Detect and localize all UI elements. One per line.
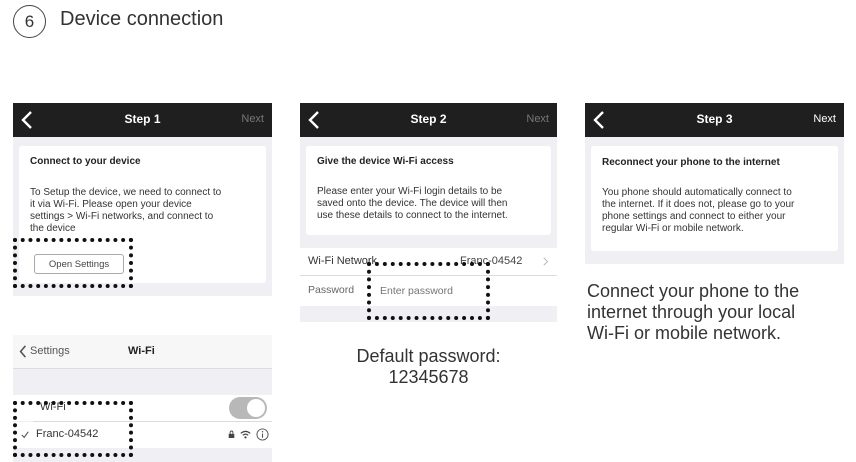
back-chevron-icon[interactable]: [19, 345, 27, 358]
toggle-knob: [247, 399, 265, 417]
step2-caption: Default password: 12345678: [300, 346, 557, 388]
step3-caption: Connect your phone to the internet throu…: [587, 281, 847, 344]
step2-card-title: Give the device Wi-Fi access: [317, 156, 454, 167]
chevron-right-icon: [543, 257, 549, 266]
step2-caption-line: Default password:: [356, 346, 501, 366]
lock-icon: [228, 430, 235, 438]
section-title: Device connection: [60, 8, 224, 30]
highlight-dotted-frame: [367, 262, 490, 320]
step1-body-line: it via Wi-Fi. Please open your device: [30, 199, 192, 210]
step1-body-line: To Setup the device, we need to connect …: [30, 187, 222, 198]
step1-body-line: the device: [30, 223, 76, 234]
step3-title: Step 3: [696, 112, 733, 126]
step1-next-button[interactable]: Next: [241, 113, 264, 125]
step3-body-line: regular Wi-Fi or mobile network.: [602, 223, 744, 234]
step1-navbar: Step 1 Next: [13, 103, 272, 137]
password-label: Password: [308, 284, 355, 296]
highlight-dotted-frame: [13, 238, 133, 288]
step3-body-line: phone settings and connect to either you…: [602, 211, 786, 222]
step2-title: Step 2: [410, 112, 447, 126]
step2-body-line: use these details to connect to the inte…: [317, 210, 508, 221]
step3-body-line: You phone should automatically connect t…: [602, 187, 792, 198]
step3-card-body: You phone should automatically connect t…: [602, 187, 838, 235]
step-number: 6: [24, 11, 35, 31]
step2-next-button[interactable]: Next: [526, 113, 549, 125]
step3-caption-line: Wi-Fi or mobile network.: [587, 323, 782, 343]
step1-card-body: To Setup the device, we need to connect …: [30, 187, 266, 235]
step3-screen: Step 3 Next Reconnect your phone to the …: [585, 103, 844, 264]
wifi-signal-icon: [240, 430, 251, 439]
wifi-navbar: Settings Wi-Fi: [13, 335, 272, 369]
step3-card: Reconnect your phone to the internet You…: [591, 146, 838, 251]
wifi-toggle[interactable]: [229, 397, 267, 419]
wifi-screen-title: Wi-Fi: [128, 345, 155, 357]
step3-navbar: Step 3 Next: [585, 103, 844, 137]
step3-caption-line: Connect your phone to the: [587, 281, 800, 301]
step2-caption-line: 12345678: [388, 367, 469, 387]
highlight-dotted-frame: [13, 401, 133, 457]
step3-body-line: the internet. If it does not, please go …: [602, 199, 795, 210]
step2-body-line: Please enter your Wi-Fi login details to…: [317, 186, 503, 197]
step1-card-title: Connect to your device: [30, 156, 141, 167]
step2-card-body: Please enter your Wi-Fi login details to…: [317, 186, 551, 222]
step3-next-button[interactable]: Next: [813, 113, 836, 125]
back-to-settings-link[interactable]: Settings: [30, 345, 70, 357]
step1-title: Step 1: [124, 112, 161, 126]
step3-card-title: Reconnect your phone to the internet: [602, 157, 780, 168]
step2-card: Give the device Wi-Fi access Please ente…: [306, 146, 551, 235]
step3-caption-line: internet through your local: [587, 302, 796, 322]
info-icon[interactable]: [256, 428, 269, 441]
step2-body-line: saved onto the device. The device will t…: [317, 198, 508, 209]
step2-navbar: Step 2 Next: [300, 103, 557, 137]
step1-body-line: settings > Wi-Fi networks, and connect t…: [30, 211, 214, 222]
step-number-badge: 6: [13, 5, 46, 38]
